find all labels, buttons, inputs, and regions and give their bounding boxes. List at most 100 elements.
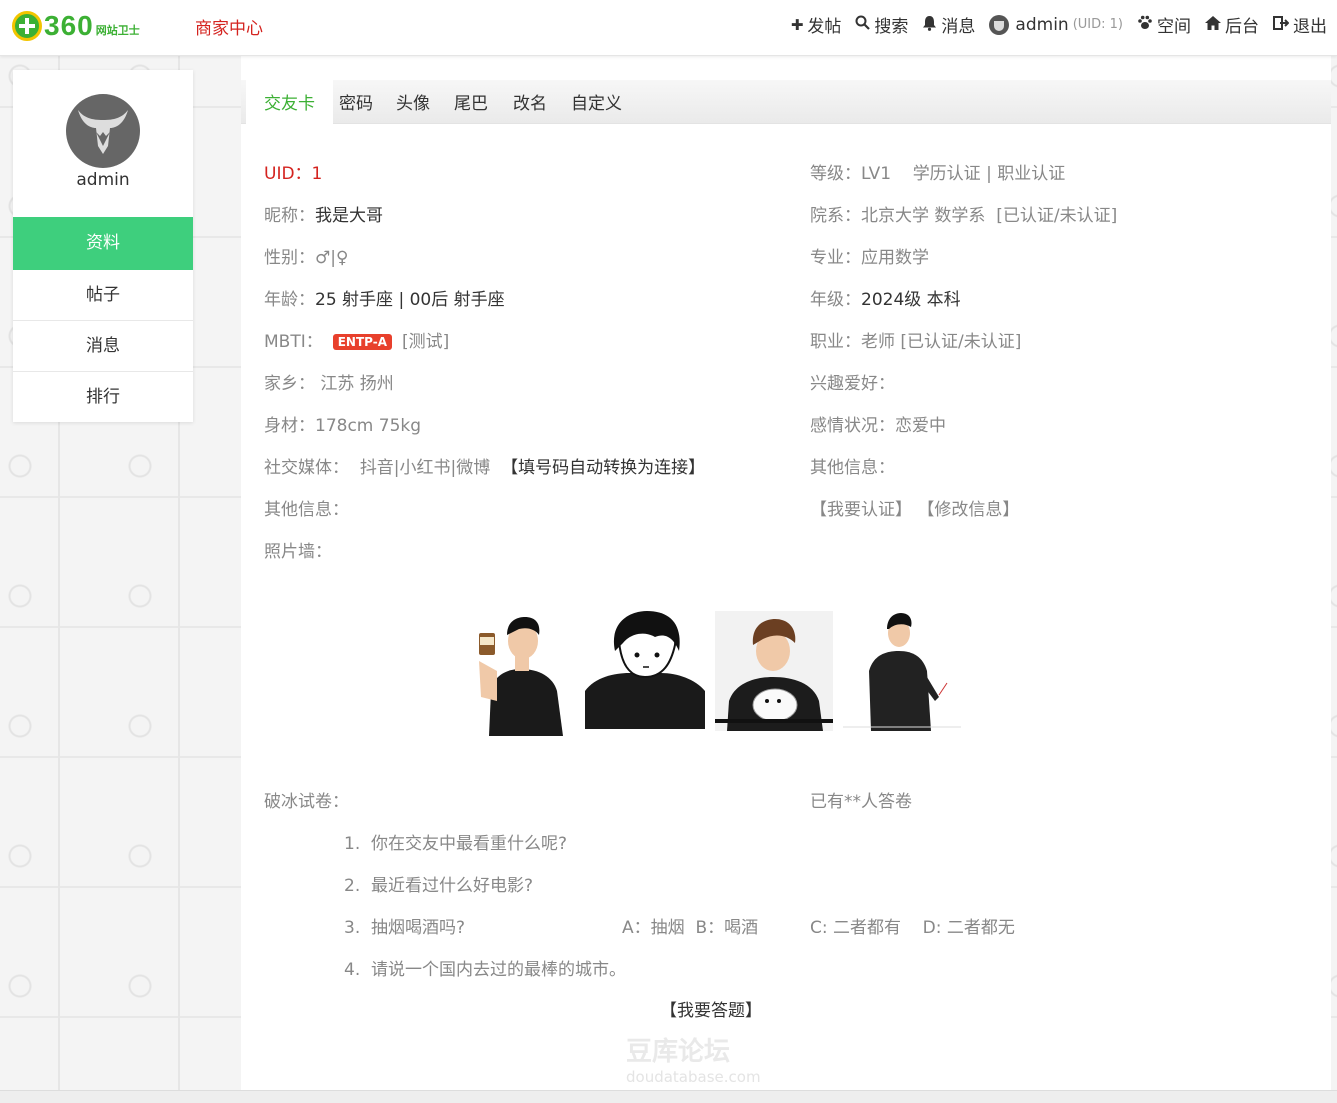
level-label: 等级： <box>810 164 861 184</box>
tab-bar: 交友卡 密码 头像 尾巴 改名 自定义 <box>241 80 1331 124</box>
quiz-option-d[interactable]: D: 二者都无 <box>923 918 1015 938</box>
search-link[interactable]: 搜索 <box>855 12 908 37</box>
man-coffee-illustration <box>467 611 575 736</box>
logout-label: 退出 <box>1293 17 1327 37</box>
age-row: 年龄：25 射手座 | 00后 射手座 <box>264 285 505 310</box>
body-value: 178cm 75kg <box>315 416 422 436</box>
quiz-question-1-text: 你在交友中最看重什么呢? <box>371 834 568 854</box>
photo-wall <box>467 611 967 736</box>
photo-1[interactable] <box>467 611 575 736</box>
search-label: 搜索 <box>874 17 909 37</box>
tab-rename[interactable]: 改名 <box>513 80 547 124</box>
photo-2[interactable] <box>585 611 705 729</box>
college-status: [已认证/未认证] <box>996 206 1118 226</box>
quiz-question-3-num: 3. <box>344 918 361 938</box>
mbti-badge: ENTP-A <box>332 334 393 350</box>
age-label: 年龄： <box>264 290 315 310</box>
logout-link[interactable]: 退出 <box>1273 12 1327 37</box>
boy-hoodie-illustration <box>585 611 705 729</box>
gender-label: 性别： <box>264 248 315 268</box>
quiz-question-4-num: 4. <box>344 960 361 980</box>
watermark-title: 豆库论坛 <box>626 1037 731 1067</box>
man-black-shirt-illustration <box>843 611 961 731</box>
uid-row: UID：1 <box>264 159 322 184</box>
side-item-messages[interactable]: 消息 <box>13 321 193 372</box>
quiz-question-1-num: 1. <box>344 834 361 854</box>
username: admin <box>1015 14 1069 35</box>
edit-info-link[interactable]: 【修改信息】 <box>917 500 1019 520</box>
quiz-question-2-text: 最近看过什么好电影? <box>371 876 534 896</box>
side-item-posts[interactable]: 帖子 <box>13 270 193 321</box>
tab-password[interactable]: 密码 <box>339 80 373 124</box>
merchant-center-link[interactable]: 商家中心 <box>195 14 263 39</box>
quiz-question-1: 1. 你在交友中最看重什么呢? <box>344 829 567 854</box>
admin-panel-label: 后台 <box>1225 17 1259 37</box>
tab-friend-card[interactable]: 交友卡 <box>246 80 333 124</box>
site-logo[interactable]: 360 网站卫士 <box>12 9 140 43</box>
tab-signature[interactable]: 尾巴 <box>454 80 488 124</box>
tab-custom[interactable]: 自定义 <box>571 80 622 124</box>
quiz-question-3-text: 抽烟喝酒吗? <box>371 918 466 938</box>
boy-with-dog-illustration <box>715 611 833 731</box>
social-note: 【填号码自动转换为连接】 <box>501 458 706 478</box>
uid-label: UID： <box>264 164 312 184</box>
side-item-ranking[interactable]: 排行 <box>13 372 193 423</box>
user-menu[interactable]: admin (UID: 1) <box>989 14 1123 35</box>
relationship-value: 恋爱中 <box>895 416 946 436</box>
bottom-strip <box>0 1090 1337 1103</box>
uid-value: 1 <box>311 164 323 184</box>
job-value: 老师 [已认证/未认证] <box>861 332 1022 352</box>
photo-3[interactable] <box>715 611 833 731</box>
relationship-row: 感情状况：恋爱中 <box>810 411 946 436</box>
quiz-q3-options-ab: A：抽烟 B：喝酒 <box>622 913 758 938</box>
nickname-row: 昵称：我是大哥 <box>264 201 383 226</box>
answer-quiz-button[interactable]: 【我要答题】 <box>660 996 762 1021</box>
gender-row: 性别：♂|♀ <box>264 243 348 268</box>
quiz-question-4: 4. 请说一个国内去过的最棒的城市。 <box>344 955 626 980</box>
hometown-label: 家乡： <box>264 374 315 394</box>
user-avatar-icon <box>989 14 1010 35</box>
messages-link[interactable]: 消息 <box>922 12 975 37</box>
user-uid: (UID: 1) <box>1072 17 1123 32</box>
quiz-option-a[interactable]: A：抽烟 <box>622 918 685 938</box>
hometown-value: 江苏 扬州 <box>320 374 394 394</box>
home-icon <box>1205 15 1221 34</box>
mbti-row: MBTI： ENTP-A [测试] <box>264 327 449 352</box>
other-info-right: 其他信息： <box>810 453 895 478</box>
social-value[interactable]: 抖音|小红书|微博 <box>360 458 490 478</box>
other-info-right-label: 其他信息： <box>810 458 895 478</box>
post-link[interactable]: ✚ 发帖 <box>790 12 842 38</box>
photo-4[interactable] <box>843 611 961 731</box>
nickname-value: 我是大哥 <box>315 206 383 226</box>
hobby-row: 兴趣爱好： <box>810 369 895 394</box>
age-value: 25 射手座 | 00后 射手座 <box>315 290 505 310</box>
quiz-title: 破冰试卷： <box>264 787 349 812</box>
messages-label: 消息 <box>941 17 976 37</box>
watermark: 豆库论坛 doudatabase.com <box>626 1031 761 1086</box>
logo-subtext: 网站卫士 <box>95 24 140 37</box>
quiz-option-b[interactable]: B：喝酒 <box>695 918 758 938</box>
gender-value: ♂|♀ <box>315 248 349 268</box>
body-label: 身材： <box>264 416 315 436</box>
admin-panel-link[interactable]: 后台 <box>1205 12 1259 37</box>
plus-icon: ✚ <box>790 15 804 34</box>
social-label: 社交媒体： <box>264 458 349 478</box>
grade-row: 年级：2024级 本科 <box>810 285 961 310</box>
space-link[interactable]: 空间 <box>1137 12 1191 37</box>
nickname-label: 昵称： <box>264 206 315 226</box>
side-item-profile[interactable]: 资料 <box>13 217 193 270</box>
bell-icon <box>922 15 937 35</box>
profile-avatar[interactable] <box>66 94 140 168</box>
space-label: 空间 <box>1157 17 1191 37</box>
watermark-sub: doudatabase.com <box>626 1068 761 1086</box>
post-label: 发帖 <box>807 17 842 37</box>
side-menu: 资料 帖子 消息 排行 <box>13 217 193 423</box>
mbti-test-link[interactable]: [测试] <box>402 332 449 352</box>
certify-link[interactable]: 【我要认证】 <box>810 500 912 520</box>
tab-avatar[interactable]: 头像 <box>396 80 430 124</box>
quiz-option-c[interactable]: C: 二者都有 <box>810 918 901 938</box>
college-label: 院系： <box>810 206 861 226</box>
quiz-q3-options-cd: C: 二者都有 D: 二者都无 <box>810 913 1015 938</box>
level-certs: 学历认证 | 职业认证 <box>912 164 1066 184</box>
main-panel: 交友卡 密码 头像 尾巴 改名 自定义 UID：1 昵称：我是大哥 性别：♂|♀… <box>241 56 1331 1090</box>
